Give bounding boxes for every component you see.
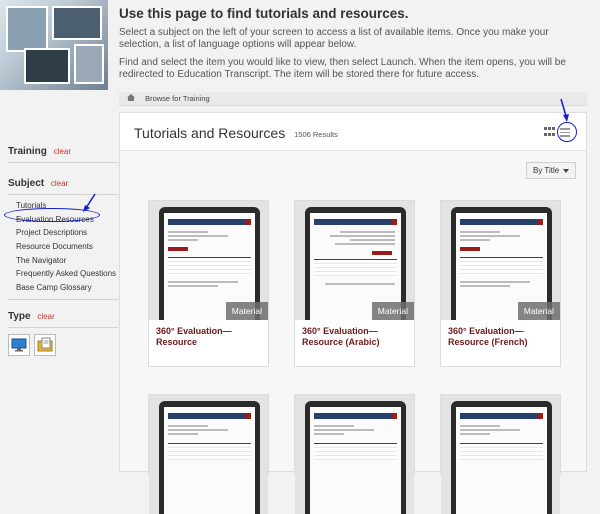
type-clear-link[interactable]: clear [37,312,54,321]
subject-item-resource-documents[interactable]: Resource Documents [8,240,118,254]
card-thumbnail [149,395,268,514]
folder-document-icon[interactable] [34,334,56,356]
card-title[interactable]: 360° Evaluation—Resource (Arabic) [295,320,414,348]
result-card[interactable] [440,394,561,514]
training-clear-link[interactable]: clear [54,147,71,156]
subject-item-base-camp-glossary[interactable]: Base Camp Glossary [8,281,118,295]
training-facet-title: Training [8,146,47,157]
intro-paragraph-1: Select a subject on the left of your scr… [119,27,549,50]
annotation-arrow-icon [83,193,96,212]
breadcrumb: Browse for Training [119,92,587,106]
card-title[interactable]: 360° Evaluation—Resource [149,320,268,348]
page-heading: Use this page to find tutorials and reso… [119,6,409,21]
result-card[interactable]: Material 360° Evaluation—Resource (Frenc… [440,200,561,367]
subject-facet: Subject clear Tutorials Evaluation Resou… [8,178,118,300]
intro-section: Use this page to find tutorials and reso… [119,6,589,87]
sort-label: By Title [533,166,560,175]
intro-paragraph-2: Find and select the item you would like … [119,57,566,80]
results-header: Tutorials and Resources 1506 Results [120,113,586,151]
type-facet-title: Type [8,311,31,322]
subject-item-faq[interactable]: Frequently Asked Questions [8,267,118,281]
card-title[interactable]: 360° Evaluation—Resource (French) [441,320,560,348]
results-title: Tutorials and Resources [134,125,286,141]
type-facet: Type clear [8,311,118,356]
card-thumbnail [441,395,560,514]
monitor-icon[interactable] [8,334,30,356]
card-thumbnail: Material [295,201,414,320]
card-type-badge: Material [517,302,560,320]
sort-dropdown[interactable]: By Title [526,162,576,179]
home-icon[interactable] [127,92,135,106]
breadcrumb-label[interactable]: Browse for Training [145,94,210,103]
chevron-down-icon [563,169,569,173]
subject-item-the-navigator[interactable]: The Navigator [8,254,118,268]
result-card[interactable]: Material 360° Evaluation—Resource [148,200,269,367]
annotation-arrow-icon [560,98,569,122]
subject-facet-title: Subject [8,178,45,189]
banner-image [0,0,108,90]
card-type-badge: Material [371,302,414,320]
subject-clear-link[interactable]: clear [51,179,68,188]
grid-view-icon[interactable] [544,127,556,137]
result-card[interactable]: Material 360° Evaluation—Resource (Arabi… [294,200,415,367]
result-card[interactable] [148,394,269,514]
results-panel: Tutorials and Resources 1506 Results By … [119,112,587,514]
card-thumbnail: Material [149,201,268,320]
card-thumbnail [295,395,414,514]
result-card[interactable] [294,394,415,514]
training-facet: Training clear [8,146,118,163]
card-type-badge: Material [225,302,268,320]
annotation-circle [557,122,577,142]
card-thumbnail: Material [441,201,560,320]
subject-item-project-descriptions[interactable]: Project Descriptions [8,226,118,240]
results-count: 1506 Results [294,129,338,139]
